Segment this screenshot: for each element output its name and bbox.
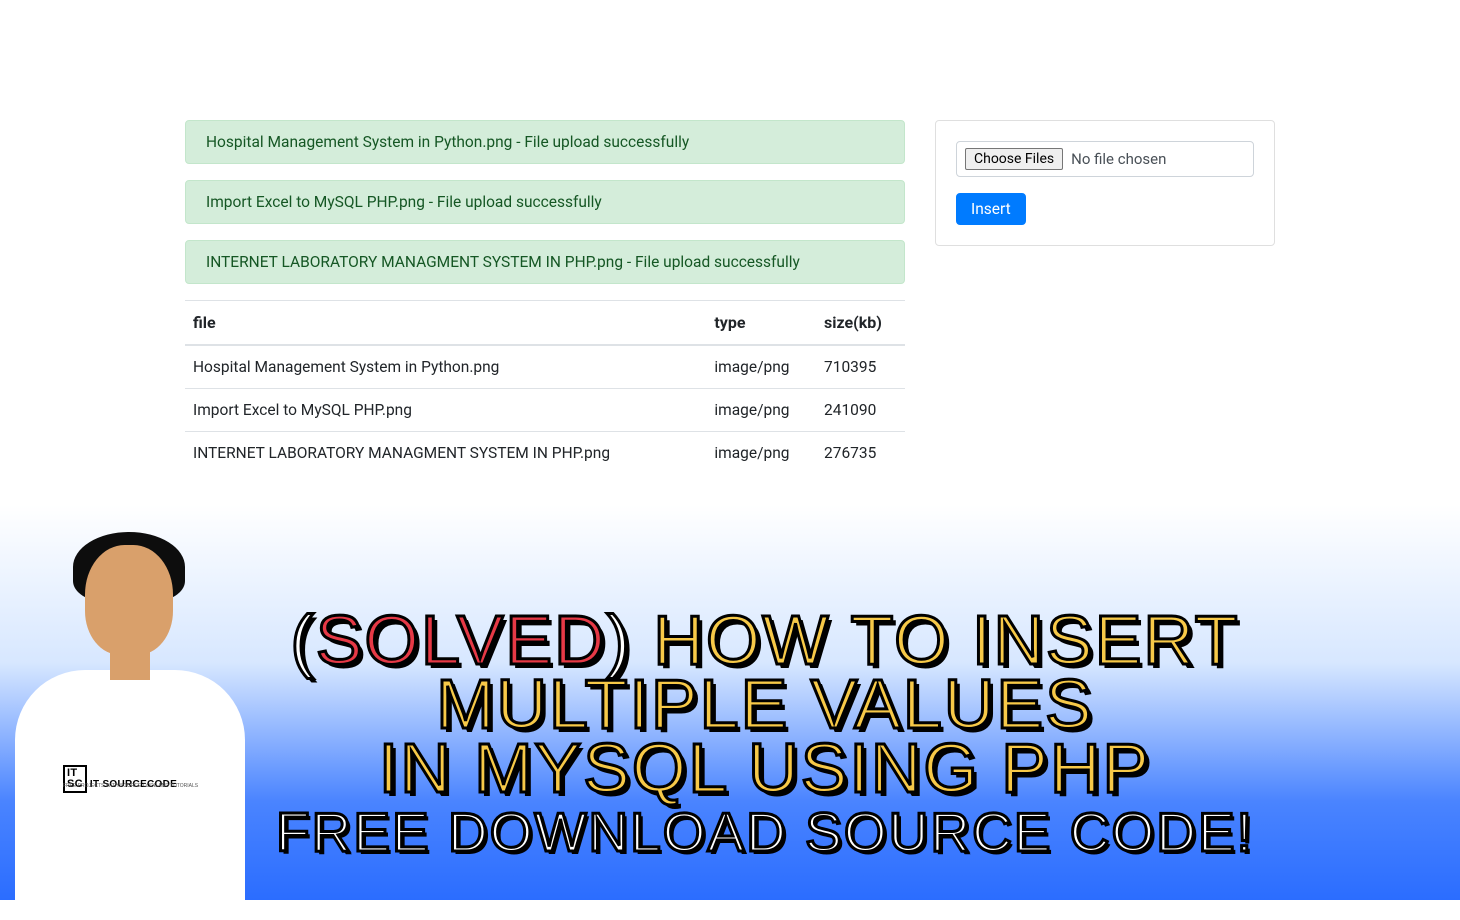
upload-alert: Import Excel to MySQL PHP.png - File upl… <box>185 180 905 224</box>
banner-line-2: MULTIPLE VALUES <box>276 672 1254 736</box>
right-column: Choose Files No file chosen Insert <box>935 120 1275 474</box>
presenter-head <box>85 545 173 655</box>
table-header-type: type <box>706 301 816 346</box>
table-row: Import Excel to MySQL PHP.png image/png … <box>185 389 905 432</box>
table-header-file: file <box>185 301 706 346</box>
table-row: Hospital Management System in Python.png… <box>185 345 905 389</box>
presenter-portrait: ITSCIT SOURCECODE FREE PROJECTS WITH SOU… <box>0 530 265 900</box>
banner-line-3: IN MYSQL USING PHP <box>276 736 1254 800</box>
shirt-logo-sub: FREE PROJECTS WITH SOURCE CODE AND TUTOR… <box>63 783 198 789</box>
insert-button[interactable]: Insert <box>956 193 1026 225</box>
files-table: file type size(kb) Hospital Management S… <box>185 300 905 474</box>
upload-alert: Hospital Management System in Python.png… <box>185 120 905 164</box>
cell-type: image/png <box>706 432 816 475</box>
paren-open: ( <box>291 601 316 679</box>
presenter-torso <box>15 670 245 920</box>
cell-size: 241090 <box>816 389 905 432</box>
cell-size: 276735 <box>816 432 905 475</box>
banner-line-1: (SOLVED) HOW TO INSERT <box>276 608 1254 672</box>
cell-file: INTERNET LABORATORY MANAGMENT SYSTEM IN … <box>185 432 706 475</box>
cell-file: Hospital Management System in Python.png <box>185 345 706 389</box>
cell-file: Import Excel to MySQL PHP.png <box>185 389 706 432</box>
banner-line-4: FREE DOWNLOAD SOURCE CODE! <box>276 807 1254 858</box>
table-header-size: size(kb) <box>816 301 905 346</box>
file-status-text: No file chosen <box>1071 150 1166 168</box>
cell-size: 710395 <box>816 345 905 389</box>
banner-text: (SOLVED) HOW TO INSERT MULTIPLE VALUES I… <box>276 608 1254 858</box>
cell-type: image/png <box>706 345 816 389</box>
upload-alert: INTERNET LABORATORY MANAGMENT SYSTEM IN … <box>185 240 905 284</box>
choose-files-button[interactable]: Choose Files <box>965 148 1063 170</box>
file-input[interactable]: Choose Files No file chosen <box>956 141 1254 177</box>
upload-card: Choose Files No file chosen Insert <box>935 120 1275 246</box>
main-container: Hospital Management System in Python.png… <box>0 0 1460 474</box>
left-column: Hospital Management System in Python.png… <box>185 120 905 474</box>
cell-type: image/png <box>706 389 816 432</box>
table-row: INTERNET LABORATORY MANAGMENT SYSTEM IN … <box>185 432 905 475</box>
